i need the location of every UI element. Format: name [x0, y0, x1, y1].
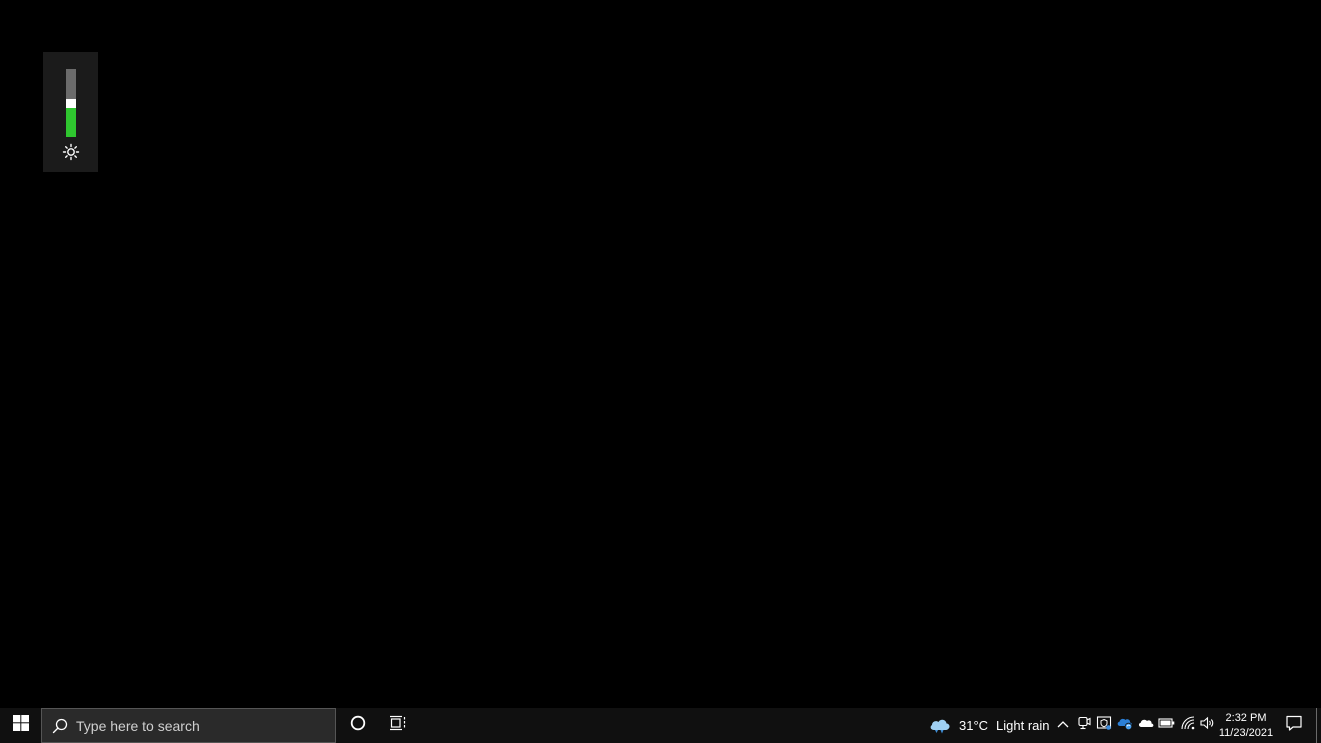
battery-icon — [1158, 716, 1176, 734]
meet-now-icon — [1076, 715, 1092, 736]
clock-time: 2:32 PM — [1225, 712, 1267, 724]
windows-security-icon — [1096, 715, 1112, 736]
cortana-button[interactable] — [342, 708, 374, 743]
meet-now-button[interactable] — [1075, 716, 1093, 734]
search-icon — [52, 718, 68, 734]
chevron-up-icon — [1056, 716, 1070, 734]
search-placeholder: Type here to search — [76, 718, 200, 734]
windows-security-button[interactable] — [1095, 715, 1113, 736]
speaker-icon — [1199, 715, 1215, 736]
action-center-button[interactable] — [1282, 708, 1306, 743]
brightness-slider[interactable] — [66, 69, 76, 137]
brightness-slider-thumb[interactable] — [66, 99, 76, 108]
start-button[interactable] — [0, 708, 41, 743]
weather-condition: Light rain — [996, 718, 1050, 733]
show-hidden-icons-button[interactable] — [1054, 716, 1072, 734]
search-input[interactable]: Type here to search — [41, 708, 336, 743]
weather-widget[interactable]: 31°C Light rain — [928, 708, 1050, 743]
brightness-flyout — [43, 52, 98, 172]
battery-button[interactable] — [1158, 716, 1176, 734]
wifi-icon — [1180, 715, 1196, 736]
cortana-circle-icon — [350, 715, 366, 736]
volume-button[interactable] — [1198, 716, 1216, 734]
windows-logo-icon — [12, 715, 29, 736]
weather-temperature: 31°C — [959, 718, 989, 733]
onedrive-sync-icon — [1116, 715, 1134, 736]
onedrive-sync-button[interactable] — [1116, 716, 1134, 734]
onedrive-icon — [1137, 716, 1155, 735]
clock-date: 11/23/2021 — [1218, 727, 1274, 739]
show-desktop-button[interactable] — [1316, 708, 1321, 743]
clock[interactable]: 2:32 PM 11/23/2021 — [1216, 711, 1276, 741]
onedrive-button[interactable] — [1137, 716, 1155, 734]
network-button[interactable] — [1179, 715, 1197, 736]
taskbar: Type here to search 31°C Light rain 2:32… — [0, 708, 1321, 743]
brightness-slider-fill — [66, 108, 76, 137]
action-center-icon — [1285, 714, 1303, 737]
task-view-button[interactable] — [382, 708, 414, 743]
rain-cloud-icon — [928, 716, 952, 736]
sun-icon — [62, 143, 80, 161]
task-view-icon — [389, 715, 407, 736]
desktop — [0, 0, 1321, 708]
